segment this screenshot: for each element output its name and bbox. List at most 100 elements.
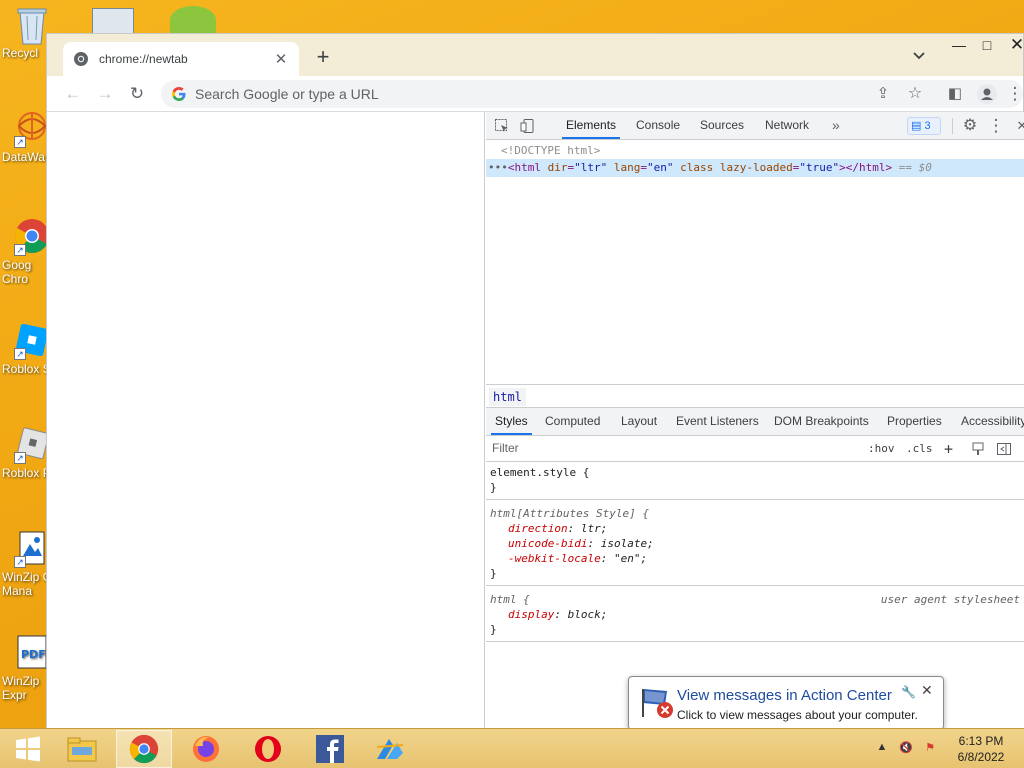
property-name: display [508, 608, 555, 621]
dom-attr-value: "true" [799, 161, 840, 174]
inspect-element-icon[interactable] [494, 118, 510, 134]
green-app-icon[interactable] [170, 6, 216, 34]
class-toggle[interactable]: .cls [906, 440, 933, 458]
winzip-icon: ↗ [14, 530, 50, 568]
chrome-menu-icon[interactable]: ⋮ [1005, 84, 1024, 104]
devtools-tab-elements[interactable]: Elements [562, 112, 621, 139]
style-rule-element-style[interactable]: element.style { } [486, 462, 1024, 500]
taskbar-app[interactable] [362, 730, 418, 768]
google-chrome-icon: ↗ [14, 218, 50, 256]
notification-close-icon[interactable]: ✕ [921, 682, 933, 699]
taskbar-opera[interactable] [240, 730, 296, 768]
server-app-icon[interactable] [92, 8, 134, 34]
forward-arrow-icon[interactable]: → [95, 84, 115, 104]
toggle-sidebar-icon[interactable] [996, 441, 1012, 457]
devtools-settings-gear-icon[interactable]: ⚙ [960, 116, 980, 136]
desktop-icon-label: WinZip [2, 674, 40, 688]
property-value: "en"; [613, 552, 648, 565]
hover-state-toggle[interactable]: :hov [868, 440, 895, 458]
new-style-rule-button[interactable]: + [944, 440, 953, 458]
tab-layout[interactable]: Layout [617, 408, 661, 435]
action-center-notification[interactable]: View messages in Action Center Click to … [628, 676, 944, 745]
devtools-tab-console[interactable]: Console [632, 112, 684, 139]
devtools-tab-sources[interactable]: Sources [696, 112, 748, 139]
tab-event-listeners[interactable]: Event Listeners [672, 408, 763, 435]
rule-selector: html[Attributes Style] { [490, 507, 649, 520]
styles-pane-tab-bar: Styles Computed Layout Event Listeners D… [486, 408, 1024, 436]
dom-tag-open: <html [507, 161, 541, 174]
desktop-icon-label: Roblox S [2, 362, 51, 376]
style-property[interactable]: -webkit-locale: "en"; [490, 551, 1020, 566]
breadcrumb-item-html[interactable]: html [489, 388, 526, 406]
dom-attr-name: dir [547, 161, 568, 174]
style-rule-html[interactable]: html { user agent stylesheet display: bl… [486, 586, 1024, 642]
taskbar-facebook[interactable] [302, 730, 358, 768]
styles-rules-list: element.style { } html[Attributes Style]… [486, 462, 1024, 642]
style-property[interactable]: display: block; [490, 607, 1020, 622]
tab-close-icon[interactable]: ✕ [273, 50, 289, 68]
back-arrow-icon[interactable]: ← [63, 84, 83, 104]
desktop-icon-roblox-player[interactable]: ↗ Roblox P [0, 426, 52, 480]
dom-html-node-selected[interactable]: •••<html dir="ltr" lang="en" class lazy-… [486, 159, 1024, 177]
tab-computed[interactable]: Computed [541, 408, 604, 435]
tab-dom-breakpoints[interactable]: DOM Breakpoints [770, 408, 873, 435]
desktop-icon-roblox-studio[interactable]: ↗ Roblox S [0, 322, 52, 376]
styles-filter-input[interactable]: Filter [492, 441, 519, 455]
dom-doctype-node[interactable]: <!DOCTYPE html> [486, 142, 1024, 160]
taskbar-firefox[interactable] [178, 730, 234, 768]
share-icon[interactable]: ⇪ [873, 84, 893, 104]
style-property[interactable]: unicode-bidi: isolate; [490, 536, 1020, 551]
taskbar-clock[interactable]: 6:13 PM 6/8/2022 [948, 733, 1014, 765]
device-toolbar-icon[interactable] [520, 118, 536, 134]
rule-selector: element.style { [490, 466, 590, 479]
volume-muted-icon[interactable]: 🔇 [898, 741, 914, 757]
winzip-pdf-icon: PDF [14, 634, 50, 670]
new-tab-button[interactable]: + [312, 45, 334, 69]
dom-selected-indicator: == $0 [898, 161, 932, 174]
desktop-icon-winzip-pdf[interactable]: PDF WinZip Expr [0, 634, 52, 702]
bookmark-star-icon[interactable]: ☆ [905, 84, 925, 104]
tab-styles[interactable]: Styles [491, 408, 532, 435]
side-panel-icon[interactable]: ◧ [945, 84, 965, 104]
reload-icon[interactable]: ↻ [127, 84, 147, 104]
more-tabs-chevron-icon[interactable]: » [832, 112, 840, 139]
style-property[interactable]: direction: ltr; [490, 521, 1020, 536]
action-center-flag-icon [642, 689, 673, 718]
window-minimize-button[interactable]: — [945, 34, 973, 58]
clock-time: 6:13 PM [958, 734, 1004, 748]
taskbar-file-explorer[interactable] [54, 730, 110, 768]
property-name: -webkit-locale [508, 552, 601, 565]
browser-tab-newtab[interactable]: chrome://newtab ✕ [63, 42, 299, 76]
omnibox-placeholder: Search Google or type a URL [195, 86, 379, 102]
chrome-icon [129, 734, 159, 764]
dom-tag-close: ></html> [839, 161, 893, 174]
dom-tree: <!DOCTYPE html> •••<html dir="ltr" lang=… [486, 140, 1024, 384]
window-close-button[interactable]: ✕ [1003, 34, 1024, 58]
taskbar-chrome[interactable] [116, 730, 172, 768]
window-maximize-button[interactable]: □ [973, 34, 1001, 58]
devtools-tab-network[interactable]: Network [761, 112, 813, 139]
paint-bucket-icon[interactable] [970, 441, 986, 457]
shortcut-arrow-icon: ↗ [14, 348, 26, 360]
page-viewport[interactable] [47, 112, 485, 732]
show-hidden-icons-chevron[interactable]: ▲ [874, 741, 890, 757]
profile-avatar-icon[interactable] [977, 84, 997, 104]
desktop-icon-recycle-bin[interactable]: Recycl [0, 6, 52, 60]
devtools-tab-bar: Elements Console Sources Network » ▤ 3 ⚙… [486, 112, 1024, 140]
devtools-menu-icon[interactable]: ⋮ [986, 116, 1006, 136]
issues-badge[interactable]: ▤ 3 [907, 117, 941, 135]
start-button[interactable] [0, 730, 56, 768]
desktop-icon-winzip-manager[interactable]: ↗ WinZip C Mana [0, 530, 52, 598]
rule-close-brace: } [490, 481, 497, 494]
tab-search-chevron-icon[interactable] [911, 47, 927, 63]
action-center-tray-icon[interactable]: ⚑ [922, 741, 938, 757]
devtools-close-icon[interactable]: ✕ [1012, 116, 1024, 136]
tab-properties[interactable]: Properties [883, 408, 946, 435]
wrench-icon[interactable]: 🔧 [901, 685, 916, 699]
desktop-icon-google-chrome[interactable]: ↗ Goog Chro [0, 218, 52, 286]
desktop-icon-datawave[interactable]: ↗ DataWa [0, 110, 52, 164]
omnibox[interactable]: Search Google or type a URL [161, 80, 1023, 108]
tab-accessibility[interactable]: Accessibility [957, 408, 1024, 435]
style-rule-attributes[interactable]: html[Attributes Style] { direction: ltr;… [486, 500, 1024, 586]
app-icon [376, 739, 404, 759]
